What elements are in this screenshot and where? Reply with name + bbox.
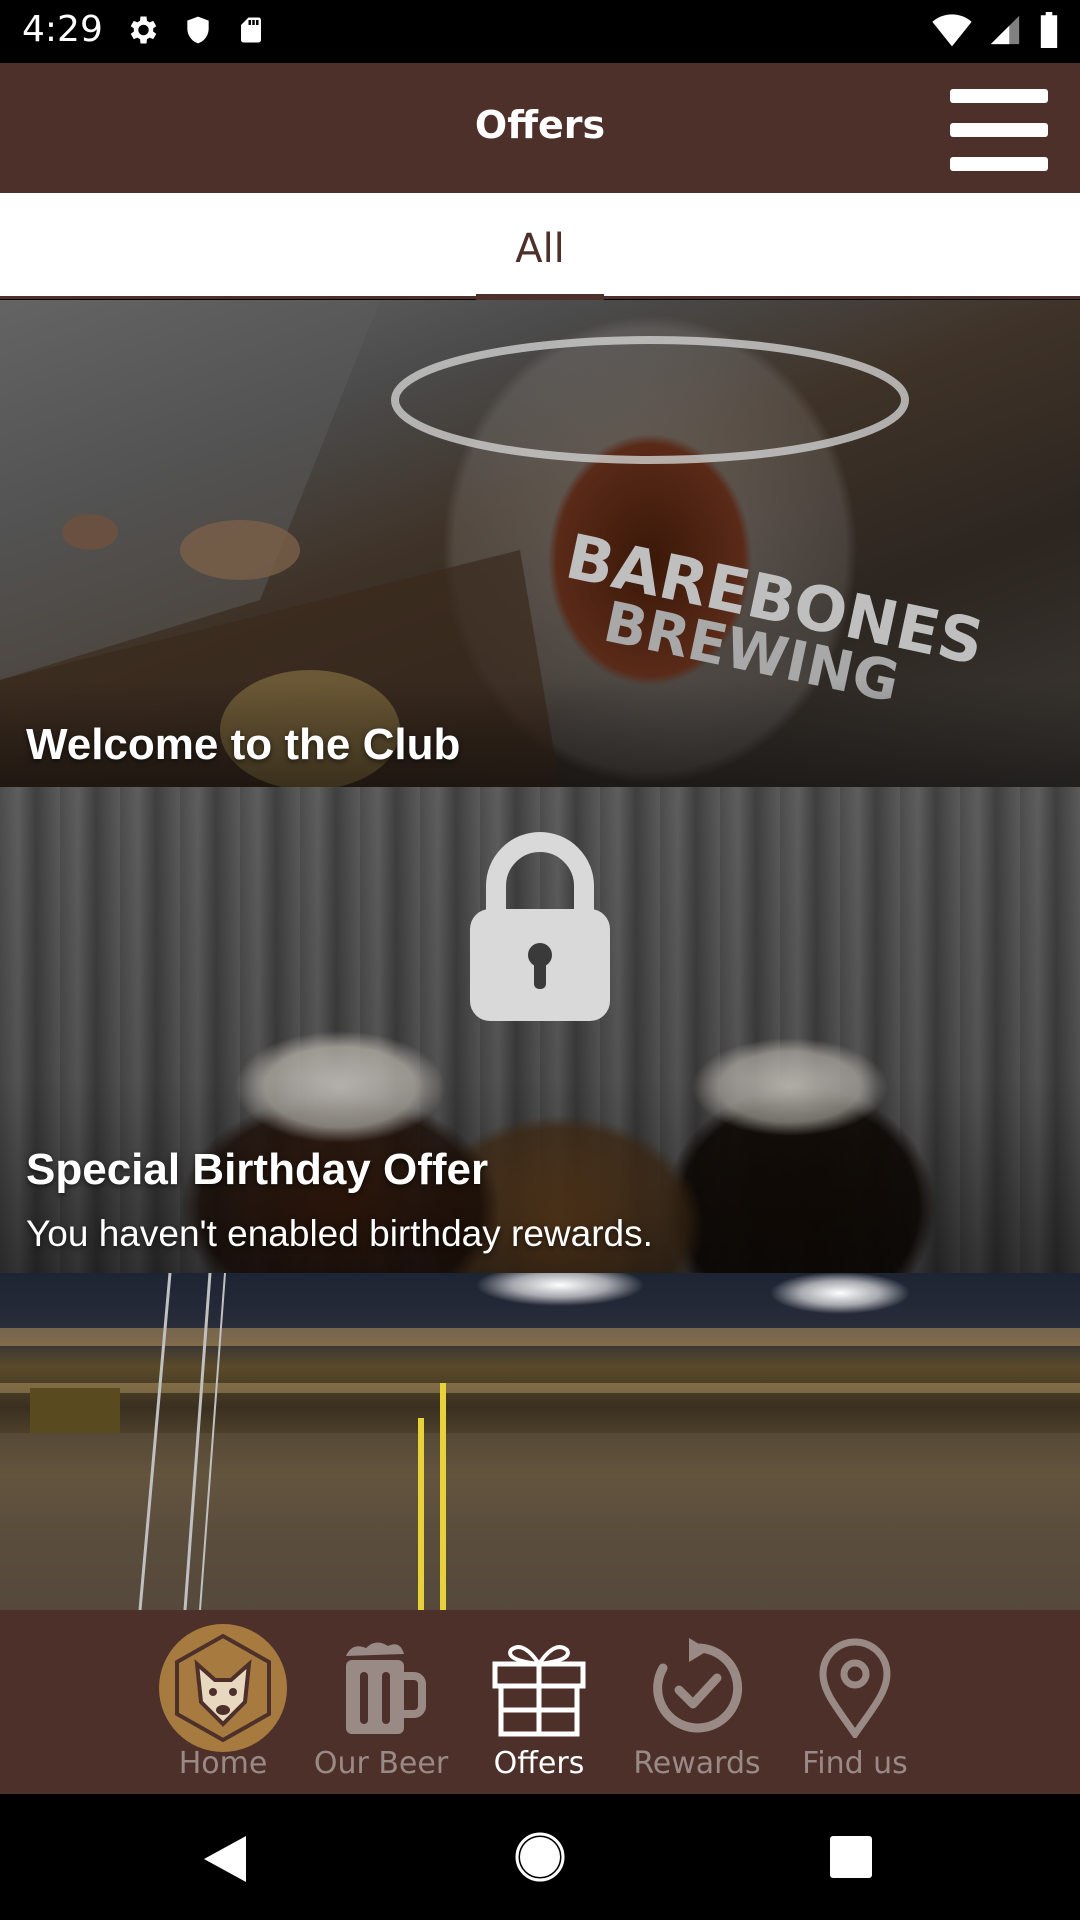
goalpost	[418, 1418, 424, 1610]
shield-icon	[187, 16, 209, 44]
nav-label: Offers	[493, 1746, 585, 1781]
signal-icon	[990, 15, 1020, 45]
nav-item-home[interactable]: Home	[143, 1610, 303, 1794]
refresh-check-icon	[653, 1637, 743, 1732]
nav-label: Our Beer	[313, 1746, 449, 1781]
status-icons-right	[932, 12, 1060, 48]
hamburger-menu-icon-line	[950, 157, 1048, 171]
nav-label: Home	[178, 1746, 268, 1781]
offer-title: Special Birthday Offer	[26, 1145, 489, 1194]
stadium-image	[0, 1273, 1080, 1610]
battery-icon	[1040, 12, 1058, 48]
hamburger-menu-icon-line	[950, 123, 1048, 137]
system-navigation-bar	[0, 1794, 1080, 1920]
wifi-icon	[932, 14, 972, 47]
hamburger-menu-button[interactable]	[950, 89, 1048, 171]
offer-card-birthday[interactable]: Special Birthday Offer You haven't enabl…	[0, 787, 1080, 1273]
dog-logo-icon	[159, 1623, 287, 1752]
back-icon[interactable]	[204, 1836, 246, 1882]
recents-icon[interactable]	[830, 1836, 872, 1878]
goalpost	[440, 1383, 446, 1610]
tab-all[interactable]: All	[476, 193, 604, 299]
nav-item-find-us[interactable]: Find us	[775, 1610, 935, 1794]
tab-bar: All	[0, 193, 1080, 299]
nav-item-our-beer[interactable]: Our Beer	[301, 1610, 461, 1794]
offer-subtitle: You haven't enabled birthday rewards.	[26, 1213, 653, 1254]
home-icon[interactable]	[515, 1832, 565, 1882]
offer-title: Welcome to the Club	[26, 720, 461, 769]
nav-item-rewards[interactable]: Rewards	[617, 1610, 777, 1794]
location-pin-icon	[819, 1638, 891, 1738]
offer-card-welcome[interactable]: BAREBONES BREWING Welcome to the Club	[0, 300, 1080, 787]
app-bar: Offers	[0, 63, 1080, 193]
beer-glass-image: BAREBONES BREWING	[0, 300, 1080, 787]
page-title: Offers	[474, 103, 606, 147]
nav-label: Find us	[802, 1746, 908, 1781]
gift-icon	[492, 1644, 586, 1736]
sd-card-icon	[241, 17, 261, 43]
hamburger-menu-icon	[950, 89, 1048, 103]
nav-label: Rewards	[633, 1746, 761, 1781]
beer-mug-icon	[346, 1641, 426, 1734]
nav-item-offers[interactable]: Offers	[459, 1610, 619, 1794]
lock-icon	[470, 832, 610, 1021]
status-icons-left	[124, 12, 266, 48]
status-time: 4:29	[22, 9, 103, 50]
bottom-navigation: Home Our Beer Offers Rewards Find us	[0, 1610, 1080, 1794]
gear-icon	[130, 16, 157, 44]
status-bar: 4:29	[0, 0, 1080, 63]
offer-card-stadium[interactable]	[0, 1273, 1080, 1610]
